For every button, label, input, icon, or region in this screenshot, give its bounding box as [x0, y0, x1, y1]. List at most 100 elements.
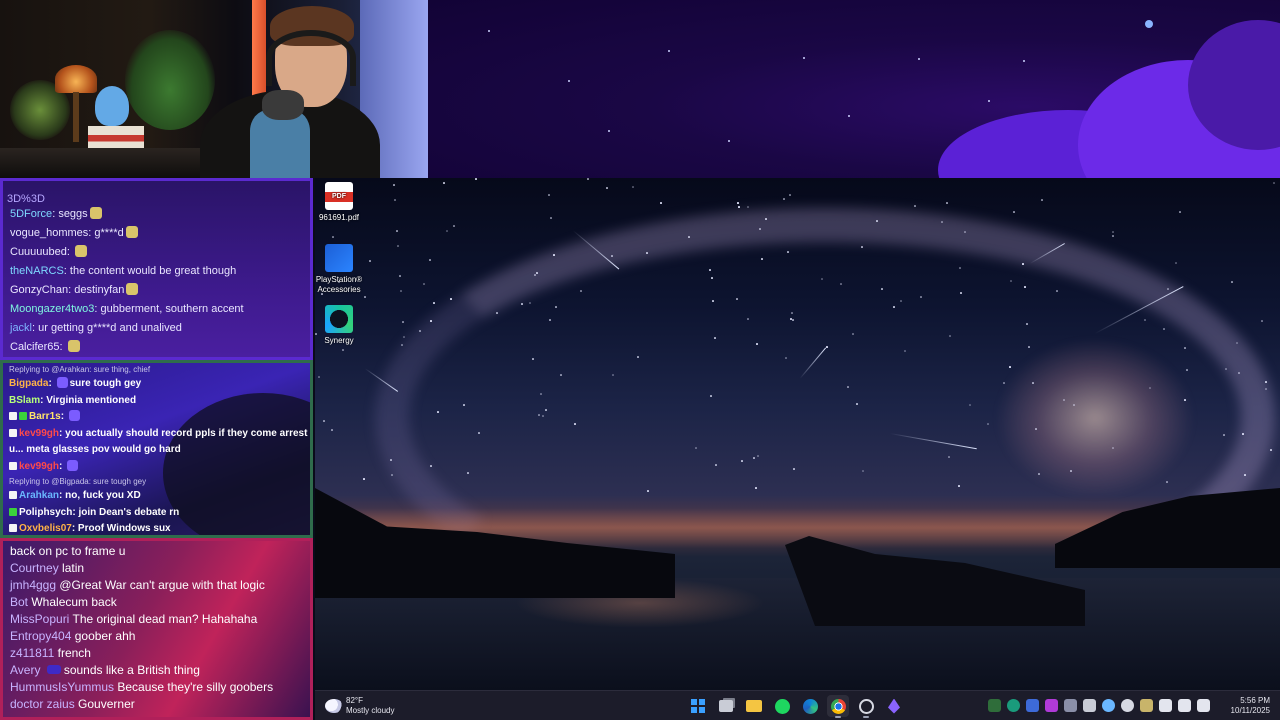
steam-icon[interactable]: [1083, 699, 1096, 712]
chat-username[interactable]: Calcifer65: [10, 341, 60, 353]
chat-text: Proof Windows sux: [77, 523, 171, 534]
tray-icon[interactable]: [1045, 699, 1058, 712]
speaker-icon[interactable]: [1178, 699, 1191, 712]
chat-username[interactable]: Courtney: [10, 561, 59, 575]
emote-icon: [46, 665, 61, 674]
chat-text: you actually should record ppls if they …: [65, 427, 308, 439]
plant: [125, 30, 215, 130]
weather-widget[interactable]: 82°F Mostly cloudy: [325, 695, 394, 717]
chat-username[interactable]: Moongazer4two3: [10, 303, 94, 315]
chat-username[interactable]: doctor zaius: [10, 697, 75, 711]
emote-icon: [68, 410, 80, 421]
star: [478, 432, 480, 434]
star: [545, 409, 547, 411]
clock[interactable]: 5:56 PM 10/11/2025: [1231, 696, 1270, 716]
chat-panel-1[interactable]: 3D%3D 5DForce: seggs vogue_hommes: g****d…: [0, 178, 313, 360]
chat-username[interactable]: theNARCS: [10, 265, 64, 277]
chat-message: Moongazer4two3: gubberment, southern acc…: [10, 303, 244, 315]
chat-username[interactable]: Oxvbelis07: [19, 523, 72, 534]
star: [1149, 387, 1151, 389]
chat-text: sure tough gey: [69, 378, 142, 389]
star: [475, 178, 477, 180]
star: [1265, 381, 1267, 383]
chat-panel-2[interactable]: Replying to @Arahkan: sure thing, chief B…: [0, 360, 313, 538]
tray-icon[interactable]: [988, 699, 1001, 712]
badge-icon: [9, 524, 17, 532]
chat-username[interactable]: Cuuuuubed: [10, 246, 67, 258]
battery-icon[interactable]: [1197, 699, 1210, 712]
chat-username[interactable]: jmh4ggg: [10, 578, 56, 592]
tray-icon[interactable]: [1064, 699, 1077, 712]
emote-icon: [67, 459, 79, 471]
banner-art: [428, 0, 1280, 178]
star: [1175, 262, 1177, 264]
star: [430, 320, 432, 322]
star: [959, 267, 961, 269]
tray-icon[interactable]: [1026, 699, 1039, 712]
folder-icon: [746, 700, 762, 712]
purple-app-button[interactable]: [883, 695, 905, 717]
star: [1003, 382, 1005, 384]
star: [1041, 199, 1043, 201]
chat-text: goober ahh: [74, 629, 136, 643]
chat-username[interactable]: z411811: [10, 646, 54, 660]
chat-header: 3D%3D: [7, 193, 45, 205]
desktop-icon-label: 961691.pdf: [318, 213, 360, 222]
chat-username[interactable]: kev99gh: [19, 428, 59, 439]
star: [946, 202, 948, 204]
chat-username[interactable]: HummusIsYummus: [10, 680, 114, 694]
star: [364, 296, 366, 298]
desktop-icon-pdf[interactable]: 961691.pdf: [315, 182, 363, 223]
star: [542, 415, 544, 417]
chat-message: MissPopuri The original dead man? Hahaha…: [3, 611, 310, 628]
crystal-icon: [888, 698, 900, 714]
chat-username[interactable]: Bot: [10, 595, 28, 609]
settings-button[interactable]: [855, 695, 877, 718]
star: [1242, 433, 1244, 435]
chat-username[interactable]: GonzyChan: [10, 284, 68, 296]
tray-icon[interactable]: [1121, 699, 1134, 712]
tray-icon[interactable]: [1140, 699, 1153, 712]
star: [332, 236, 334, 238]
chat-username[interactable]: jackl: [10, 322, 32, 334]
chat-username[interactable]: MissPopuri: [10, 612, 69, 626]
chat-username[interactable]: Barr1s: [29, 411, 61, 422]
star: [792, 319, 794, 321]
network-icon[interactable]: [1159, 699, 1172, 712]
tray-icon[interactable]: [1102, 699, 1115, 712]
webcam-feed: [0, 0, 428, 178]
desktop[interactable]: 961691.pdf PlayStation® Accessories Syne…: [315, 178, 1280, 690]
emote-icon: [67, 340, 80, 352]
desktop-icon-label: Synergy: [324, 336, 354, 345]
chat-message: Courtney latin: [3, 560, 310, 577]
chat-username[interactable]: vogue_hommes: [10, 227, 88, 239]
chat-username[interactable]: kev99gh: [19, 461, 59, 472]
system-tray[interactable]: [988, 699, 1210, 712]
spotify-button[interactable]: [771, 695, 793, 717]
chat-username[interactable]: BSlam: [9, 395, 40, 406]
star: [709, 269, 711, 271]
chat-username[interactable]: Entropy404: [10, 629, 71, 643]
start-button[interactable]: [687, 695, 709, 717]
chat-message: Barr1s:: [3, 409, 310, 426]
task-view-button[interactable]: [715, 695, 737, 717]
star: [960, 292, 962, 294]
chat-username[interactable]: Avery: [10, 663, 40, 677]
edge-button[interactable]: [799, 695, 821, 717]
star: [450, 298, 452, 300]
chat-username[interactable]: 5DForce: [10, 208, 52, 220]
chat-username[interactable]: Bigpada: [9, 378, 48, 389]
chat-username[interactable]: Arahkan: [19, 490, 59, 501]
lamp-shade: [55, 65, 97, 93]
chat-panel-3[interactable]: back on pc to frame u Courtney latin jmh4g…: [0, 538, 313, 720]
desktop-icon-playstation-accessories[interactable]: PlayStation® Accessories: [315, 244, 363, 295]
star: [402, 321, 404, 323]
chrome-button[interactable]: [827, 695, 849, 718]
chat-username[interactable]: Poliphsych: [19, 507, 72, 518]
gear-icon: [858, 698, 874, 714]
star: [496, 312, 498, 314]
file-explorer-button[interactable]: [743, 695, 765, 717]
tray-icon[interactable]: [1007, 699, 1020, 712]
desktop-icon-synergy[interactable]: Synergy: [315, 305, 363, 346]
star: [1231, 281, 1233, 283]
